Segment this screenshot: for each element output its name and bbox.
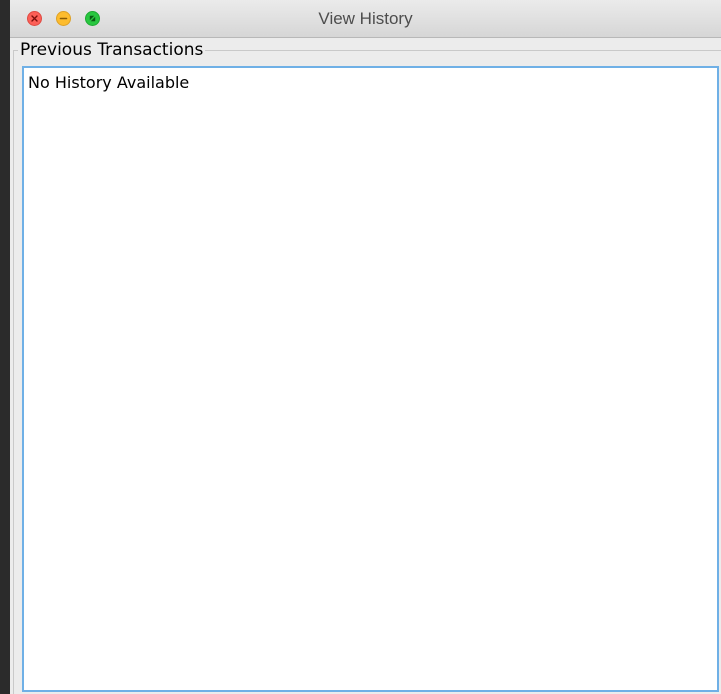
title-bar[interactable]: View History <box>10 0 721 38</box>
previous-transactions-group: Previous Transactions No History Availab… <box>13 40 721 694</box>
group-title: Previous Transactions <box>18 40 206 60</box>
view-history-window: View History Previous Transactions No Hi… <box>10 0 721 694</box>
history-text: No History Available <box>28 73 190 92</box>
history-text-area[interactable]: No History Available <box>22 66 719 692</box>
window-title: View History <box>318 9 413 28</box>
